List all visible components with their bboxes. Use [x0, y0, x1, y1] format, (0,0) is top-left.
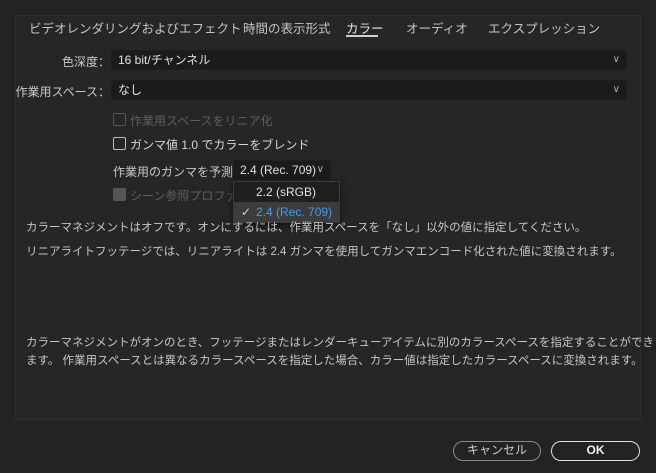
color-depth-value: 16 bit/チャンネル: [118, 53, 211, 67]
tab-video-rendering[interactable]: ビデオレンダリングおよびエフェクト: [29, 18, 242, 37]
active-tab-indicator: [346, 35, 378, 37]
gamma-select[interactable]: 2.4 (Rec. 709) ∨: [233, 160, 331, 180]
gamma-option-srgb[interactable]: 2.2 (sRGB): [234, 182, 339, 202]
chevron-down-icon: ∨: [316, 164, 324, 175]
gamma-label: 作業用のガンマを予測：: [113, 165, 246, 179]
option-label: 2.2 (sRGB): [256, 185, 317, 199]
blend-gamma-label: ガンマ値 1.0 でカラーをブレンド: [130, 138, 310, 152]
color-management-on-text-2: ます。 作業用スペースとは異なるカラースペースを指定した場合、カラー値は指定した…: [26, 355, 643, 367]
option-label: 2.4 (Rec. 709): [256, 205, 333, 219]
color-management-off-text: カラーマネジメントはオフです。オンにするには、作業用スペースを「なし」以外の値に…: [26, 222, 587, 234]
working-space-value: なし: [118, 83, 143, 97]
chevron-down-icon: ∨: [612, 54, 620, 65]
tab-audio[interactable]: オーディオ: [406, 18, 468, 37]
color-depth-select[interactable]: 16 bit/チャンネル ∨: [111, 50, 627, 70]
working-space-select[interactable]: なし ∨: [111, 80, 627, 100]
chevron-down-icon: ∨: [612, 84, 620, 95]
gamma-dropdown-menu: 2.2 (sRGB) ✓ 2.4 (Rec. 709): [233, 181, 340, 223]
ok-button[interactable]: OK: [551, 441, 640, 461]
blend-gamma-checkbox[interactable]: [113, 137, 126, 150]
tab-expression[interactable]: エクスプレッション: [488, 18, 600, 37]
tab-time-display[interactable]: 時間の表示形式: [243, 18, 331, 37]
gamma-value: 2.4 (Rec. 709): [240, 163, 317, 177]
working-space-label: 作業用スペース：: [15, 85, 110, 99]
color-depth-label: 色深度：: [61, 55, 110, 69]
linearize-checkbox[interactable]: [113, 113, 126, 126]
cancel-button[interactable]: キャンセル: [453, 441, 541, 461]
linear-light-text: リニアライトフッテージでは、リニアライトは 2.4 ガンマを使用してガンマエンコ…: [26, 246, 622, 258]
color-management-on-text-1: カラーマネジメントがオンのとき、フッテージまたはレンダーキューアイテムに別のカラ…: [26, 337, 654, 349]
linearize-label: 作業用スペースをリニア化: [130, 114, 273, 128]
scene-profile-checkbox[interactable]: [113, 188, 126, 201]
